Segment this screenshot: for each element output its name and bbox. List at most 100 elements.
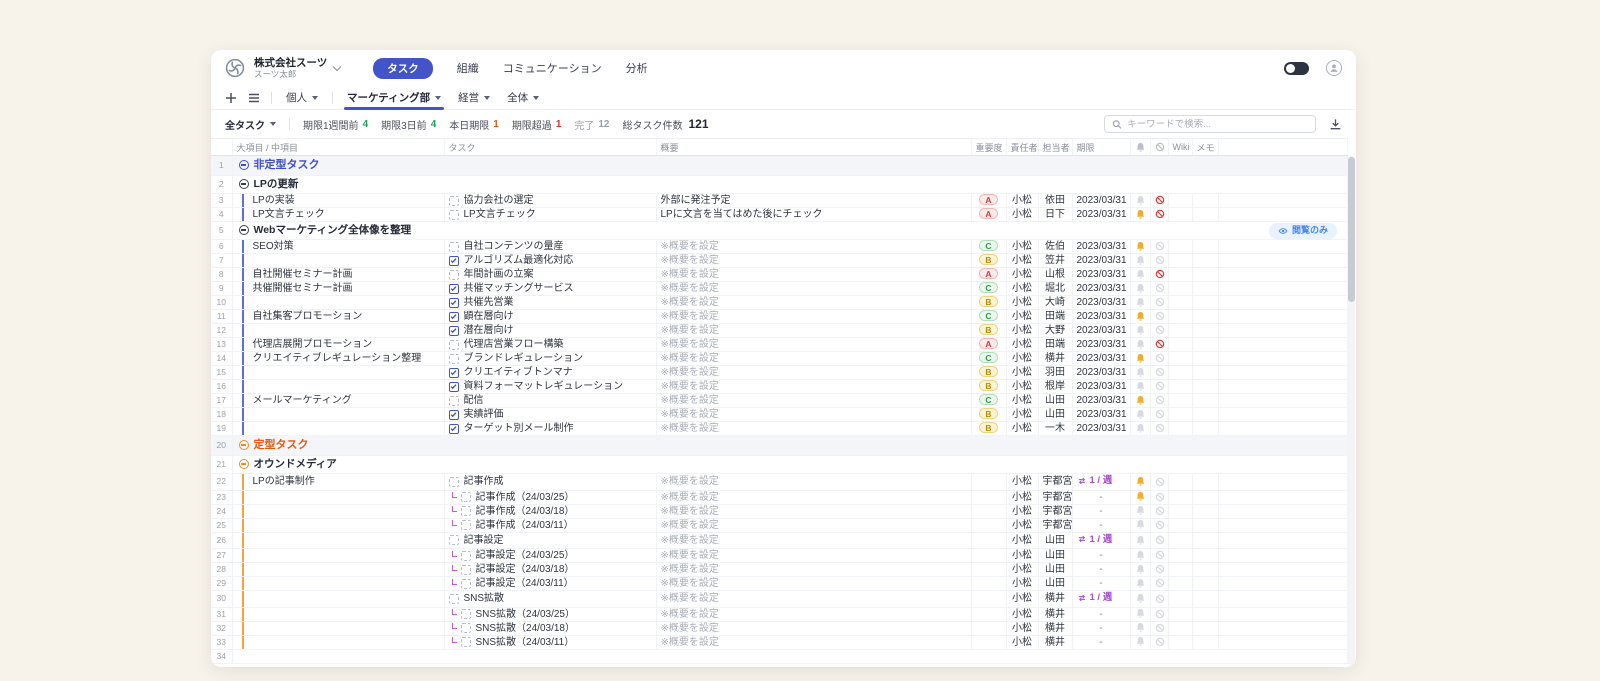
summary-cell[interactable]: ※概要を設定 bbox=[656, 563, 971, 577]
importance-badge[interactable]: B bbox=[979, 254, 997, 265]
block-cell[interactable] bbox=[1150, 380, 1168, 394]
task-row[interactable]: 19ターゲット別メール制作※概要を設定B小松一木2023/03/31 bbox=[211, 422, 1348, 436]
wiki-cell[interactable] bbox=[1168, 268, 1192, 282]
importance-badge[interactable]: A bbox=[979, 268, 997, 279]
block-icon[interactable] bbox=[1155, 550, 1165, 560]
memo-cell[interactable] bbox=[1192, 338, 1218, 352]
owner-cell[interactable]: 小松 bbox=[1006, 549, 1038, 563]
block-cell[interactable] bbox=[1150, 549, 1168, 563]
importance-cell[interactable] bbox=[971, 504, 1006, 518]
bell-icon[interactable] bbox=[1135, 423, 1146, 434]
tab-marketing[interactable]: マーケティング部 bbox=[344, 86, 444, 109]
search-input[interactable] bbox=[1127, 119, 1308, 130]
bell-icon[interactable] bbox=[1135, 325, 1146, 336]
owner-cell[interactable]: 小松 bbox=[1006, 380, 1038, 394]
deadline-cell[interactable]: 2023/03/31 bbox=[1072, 408, 1130, 422]
deadline-cell[interactable]: 2023/03/31 bbox=[1072, 296, 1130, 310]
importance-badge[interactable]: B bbox=[979, 422, 997, 433]
summary-cell[interactable]: ※概要を設定 bbox=[656, 621, 971, 635]
assignee-cell[interactable]: 横井 bbox=[1038, 635, 1072, 649]
wiki-cell[interactable] bbox=[1168, 310, 1192, 324]
importance-cell[interactable] bbox=[971, 635, 1006, 649]
wiki-cell[interactable] bbox=[1168, 504, 1192, 518]
deadline-cell[interactable]: 2023/03/31 bbox=[1072, 324, 1130, 338]
task-checkbox[interactable] bbox=[461, 492, 471, 502]
block-icon[interactable] bbox=[1155, 623, 1165, 633]
owner-cell[interactable]: 小松 bbox=[1006, 352, 1038, 366]
empty-row[interactable]: 34 bbox=[211, 649, 1348, 663]
assignee-cell[interactable]: 佐伯 bbox=[1038, 240, 1072, 254]
block-icon[interactable] bbox=[1155, 409, 1165, 419]
wiki-cell[interactable] bbox=[1168, 607, 1192, 621]
bell-cell[interactable] bbox=[1130, 563, 1150, 577]
bell-cell[interactable] bbox=[1130, 518, 1150, 532]
wiki-cell[interactable] bbox=[1168, 324, 1192, 338]
memo-cell[interactable] bbox=[1192, 474, 1218, 491]
deadline-cell[interactable]: - bbox=[1072, 490, 1130, 504]
wiki-cell[interactable] bbox=[1168, 635, 1192, 649]
task-title[interactable]: 記事設定（24/03/18） bbox=[476, 563, 575, 576]
bell-cell[interactable] bbox=[1130, 268, 1150, 282]
assignee-cell[interactable]: 羽田 bbox=[1038, 366, 1072, 380]
owner-cell[interactable]: 小松 bbox=[1006, 577, 1038, 591]
bell-icon[interactable] bbox=[1135, 269, 1146, 280]
subtask-row[interactable]: 33SNS拡散（24/03/11）※概要を設定小松横井- bbox=[211, 635, 1348, 649]
summary-cell[interactable]: LPに文言を当てはめた後にチェック bbox=[656, 208, 971, 222]
owner-cell[interactable]: 小松 bbox=[1006, 532, 1038, 549]
importance-cell[interactable]: C bbox=[971, 282, 1006, 296]
importance-cell[interactable]: B bbox=[971, 422, 1006, 436]
importance-cell[interactable]: A bbox=[971, 338, 1006, 352]
deadline-cell[interactable]: 2023/03/31 bbox=[1072, 268, 1130, 282]
task-checkbox[interactable] bbox=[449, 477, 459, 487]
filter-deadline-3days[interactable]: 期限3日前 4 bbox=[381, 117, 436, 132]
assignee-cell[interactable]: 山田 bbox=[1038, 549, 1072, 563]
task-checkbox[interactable] bbox=[449, 256, 459, 266]
deadline-cell[interactable]: 2023/03/31 bbox=[1072, 240, 1130, 254]
task-title[interactable]: 実績評価 bbox=[464, 408, 504, 421]
repeat-badge[interactable]: 1 / 週 bbox=[1077, 533, 1113, 546]
deadline-cell[interactable]: 2023/03/31 bbox=[1072, 394, 1130, 408]
bell-cell[interactable] bbox=[1130, 208, 1150, 222]
summary-cell[interactable]: ※概要を設定 bbox=[656, 490, 971, 504]
block-icon[interactable] bbox=[1155, 195, 1165, 205]
owner-cell[interactable]: 小松 bbox=[1006, 408, 1038, 422]
summary-cell[interactable]: ※概要を設定 bbox=[656, 549, 971, 563]
owner-cell[interactable]: 小松 bbox=[1006, 563, 1038, 577]
memo-cell[interactable] bbox=[1192, 282, 1218, 296]
block-cell[interactable] bbox=[1150, 324, 1168, 338]
nav-tab-organization[interactable]: 組織 bbox=[457, 60, 479, 76]
task-row[interactable]: 7アルゴリズム最適化対応※概要を設定B小松笠井2023/03/31 bbox=[211, 254, 1348, 268]
assignee-cell[interactable]: 横井 bbox=[1038, 591, 1072, 608]
bell-cell[interactable] bbox=[1130, 621, 1150, 635]
memo-cell[interactable] bbox=[1192, 607, 1218, 621]
wiki-cell[interactable] bbox=[1168, 563, 1192, 577]
memo-cell[interactable] bbox=[1192, 268, 1218, 282]
assignee-cell[interactable]: 山田 bbox=[1038, 394, 1072, 408]
section-row[interactable]: 1非定型タスク bbox=[211, 156, 1348, 176]
assignee-cell[interactable]: 横井 bbox=[1038, 352, 1072, 366]
owner-cell[interactable]: 小松 bbox=[1006, 504, 1038, 518]
block-cell[interactable] bbox=[1150, 240, 1168, 254]
deadline-cell[interactable]: - bbox=[1072, 607, 1130, 621]
assignee-cell[interactable]: 宇都宮 bbox=[1038, 474, 1072, 491]
importance-cell[interactable]: C bbox=[971, 240, 1006, 254]
task-title[interactable]: SNS拡散（24/03/18） bbox=[476, 622, 576, 635]
subtask-row[interactable]: 32SNS拡散（24/03/18）※概要を設定小松横井- bbox=[211, 621, 1348, 635]
deadline-cell[interactable]: - bbox=[1072, 549, 1130, 563]
memo-cell[interactable] bbox=[1192, 352, 1218, 366]
task-row[interactable]: 17メールマーケティング配信※概要を設定C小松山田2023/03/31 bbox=[211, 394, 1348, 408]
bell-cell[interactable] bbox=[1130, 549, 1150, 563]
deadline-cell[interactable]: 1 / 週 bbox=[1072, 532, 1130, 549]
summary-cell[interactable]: ※概要を設定 bbox=[656, 532, 971, 549]
block-cell[interactable] bbox=[1150, 518, 1168, 532]
wiki-cell[interactable] bbox=[1168, 296, 1192, 310]
wiki-cell[interactable] bbox=[1168, 532, 1192, 549]
assignee-cell[interactable]: 宇都宮 bbox=[1038, 504, 1072, 518]
bell-icon[interactable] bbox=[1135, 241, 1146, 252]
block-cell[interactable] bbox=[1150, 504, 1168, 518]
task-title[interactable]: 顕在層向け bbox=[464, 310, 514, 323]
block-icon[interactable] bbox=[1155, 339, 1165, 349]
bell-icon[interactable] bbox=[1135, 476, 1146, 487]
block-icon[interactable] bbox=[1155, 297, 1165, 307]
task-checkbox[interactable] bbox=[461, 609, 471, 619]
